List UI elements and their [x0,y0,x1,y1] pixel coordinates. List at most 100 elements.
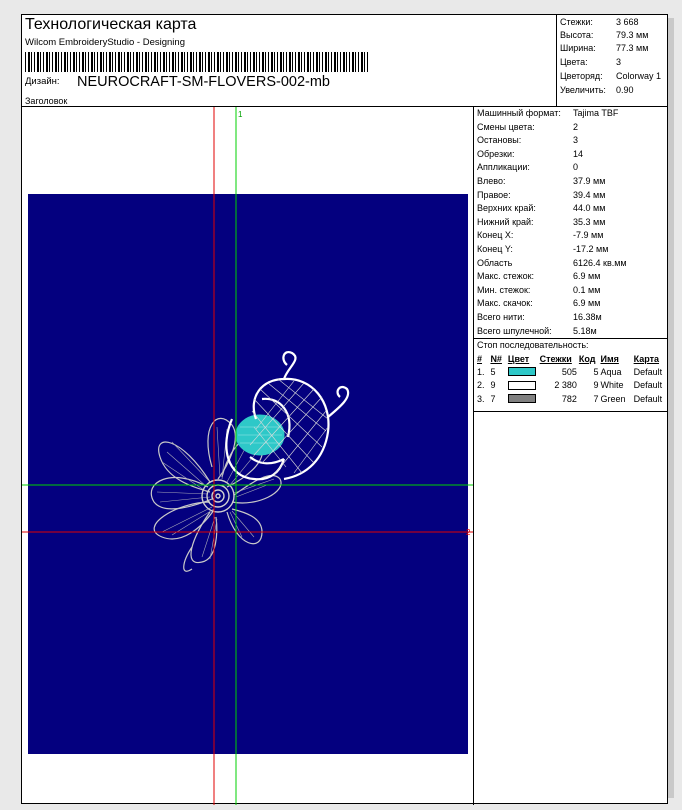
color-swatch [507,380,536,390]
seq-needle: 5 [490,366,496,377]
property-value: 2 [573,121,579,132]
seq-num: 3. [477,393,485,404]
header-panel: Технологическая карта Wilcom EmbroideryS… [22,15,557,107]
property-label: Машинный формат: [477,108,561,118]
property-label: Конец Y: [477,243,513,254]
seq-chart: Default [633,366,663,377]
seq-chart: Default [633,393,663,404]
summary-label: Ширина: [560,43,596,53]
property-value: 35.3 мм [573,216,606,227]
property-row: Нижний край: 35.3 мм [474,216,668,230]
worksheet-page: Технологическая карта Wilcom EmbroideryS… [21,14,668,805]
color-swatch [507,394,536,404]
page-title: Технологическая карта [25,16,197,33]
property-label: Область [477,257,513,268]
property-value: 5.18м [573,325,597,336]
property-value: 6.9 мм [573,298,601,309]
property-row: Всего шпулечной: 5.18м [474,325,668,339]
property-label: Остановы: [477,135,522,146]
seq-color [507,392,539,406]
seq-num: 2. [477,380,485,391]
axis-v-label: 1 [238,110,243,119]
app-subtitle: Wilcom EmbroideryStudio - Designing [25,37,185,48]
property-row: Верхних край: 44.0 мм [474,202,668,216]
property-row: Макс. стежок: 6.9 мм [474,270,668,284]
property-value: 0.1 мм [573,284,601,295]
stop-sequence: Стоп последовательность: # N# Цвет Стежк… [474,339,668,413]
stop-sequence-table: # N# Цвет Стежки Код Имя Карта 1. 5 505 5 Aq… [476,352,668,406]
property-value: 6.9 мм [573,271,601,282]
property-row: Конец Y: -17.2 мм [474,243,668,257]
seq-color [507,365,539,379]
property-row: Конец X: -7.9 мм [474,229,668,243]
axis-h-label: 2 [466,528,471,537]
property-row: Обрезки: 14 [474,148,668,162]
property-value: -17.2 мм [573,243,609,254]
seq-stitches: 782 [561,393,577,404]
col-stitches: Стежки [539,353,572,364]
property-label: Мин. стежок: [477,284,531,295]
barcode [25,52,370,72]
seq-chart: Default [633,380,663,391]
properties-list: Машинный формат: Tajima TBF Смены цвета: 2 О… [474,107,668,340]
summary-value: 0.90 [616,85,634,95]
property-label: Аппликации: [477,162,530,173]
property-value: -7.9 мм [573,230,604,241]
property-row: Всего нити: 16.38м [474,311,668,325]
seq-name: Aqua [600,366,622,377]
seq-color [507,379,539,393]
table-header-row: # N# Цвет Стежки Код Имя Карта [476,352,668,365]
property-label: Правое: [477,189,511,200]
property-row: Влево: 37.9 мм [474,175,668,189]
properties-panel: Машинный формат: Tajima TBF Смены цвета: 2 О… [474,107,668,413]
property-label: Смены цвета: [477,121,535,132]
seq-name: Green [600,393,626,404]
summary-value: 3 [616,57,622,67]
stop-sequence-rows: 1. 5 505 5 Aqua Default 2. 9 2 380 9 White Default 3… [476,365,668,406]
property-value: 39.4 мм [573,189,606,200]
color-swatch [507,367,536,377]
property-row: Смены цвета: 2 [474,121,668,135]
col-code: Код [578,353,596,364]
property-row: Область 6126.4 кв.мм [474,257,668,271]
col-num: # [477,353,483,364]
seq-needle: 9 [490,380,496,391]
col-name: Имя [600,353,619,364]
col-n: N# [490,353,502,364]
property-label: Нижний край: [477,216,534,227]
property-value: 6126.4 кв.мм [573,257,627,268]
property-label: Конец X: [477,230,514,241]
property-row: Машинный формат: Tajima TBF [474,107,668,121]
property-value: 3 [573,135,579,146]
seq-code: 9 [593,380,599,391]
property-label: Всего нити: [477,311,525,322]
property-label: Макс. скачок: [477,298,533,309]
summary-panel: Стежки: 3 668 Высота: 79.3 мм Ширина: 77… [557,15,668,107]
property-label: Всего шпулечной: [477,325,552,336]
property-label: Верхних край: [477,203,536,214]
col-chart: Карта [633,353,660,364]
property-label: Влево: [477,175,506,186]
property-row: Макс. скачок: 6.9 мм [474,297,668,311]
table-row: 2. 9 2 380 9 White Default [476,379,668,393]
seq-needle: 7 [490,393,496,404]
summary-label: Стежки: [560,17,593,27]
seq-stitches: 2 380 [554,380,577,391]
table-row: 3. 7 782 7 Green Default [476,392,668,406]
property-row: Мин. стежок: 0.1 мм [474,284,668,298]
table-row: 1. 5 505 5 Aqua Default [476,365,668,379]
design-preview: 1 2 [22,107,474,805]
property-row: Аппликации: 0 [474,161,668,175]
property-value: Tajima TBF [573,108,619,118]
summary-label: Цветоряд: [560,71,603,81]
property-value: 44.0 мм [573,203,606,214]
summary-label: Цвета: [560,57,588,67]
summary-label: Высота: [560,30,594,40]
seq-code: 7 [593,393,599,404]
seq-num: 1. [477,366,485,377]
seq-name: White [600,380,624,391]
property-row: Остановы: 3 [474,134,668,148]
property-label: Макс. стежок: [477,271,535,282]
seq-stitches: 505 [561,366,577,377]
stop-sequence-title: Стоп последовательность: [477,340,589,351]
